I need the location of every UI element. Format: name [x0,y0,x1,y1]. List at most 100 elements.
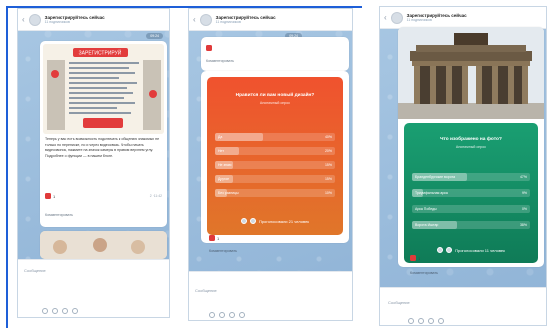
channel-avatar[interactable] [390,11,403,24]
heart-icon [209,235,215,241]
heart-icon [45,193,51,199]
input-toolbar [408,318,444,324]
channel-subtitle: 11 подписчиков [44,20,70,24]
poster-graphic: ЗАРЕГИСТРИРУЙ [43,44,164,134]
comment-link[interactable]: Комментировать [206,59,234,63]
poll-subtitle: Анонимный опрос [259,101,291,105]
poll-option[interactable]: Бранденбургские ворота 47% [412,173,530,181]
next-message-preview[interactable] [40,231,167,259]
poll-voters[interactable]: Проголосовали 11 человек [404,247,538,253]
poll-option-percent: 0% [521,206,527,211]
emoji-icon[interactable] [219,312,225,318]
post-meta: 2 ·11:42 [149,194,162,198]
mic-icon[interactable] [72,308,78,314]
poll-option-label: Нет [218,148,224,153]
previous-message-card[interactable]: Комментировать [201,37,349,71]
back-arrow-icon[interactable]: ‹ [193,15,196,24]
poster-title: ЗАРЕГИСТРИРУЙ [79,49,122,57]
poll-option-percent: 20% [324,148,332,153]
poll-card[interactable]: Что изображено на фото? Анонимный опрос … [404,123,538,263]
poll-subtitle: Анонимный опрос [455,145,487,149]
emoji-icon[interactable] [418,318,424,324]
poll-voters[interactable]: Проголосовали 21 человек [207,218,343,224]
time-pill: 09:24 [146,33,163,39]
gift-icon[interactable] [62,308,68,314]
poll-option[interactable]: Да 40% [215,133,335,141]
poll-option-percent: 15% [324,176,332,181]
post-body: Теперь у вас есть возможность подключать… [45,137,160,158]
chat-header: ‹ Зарегистрируйтесь сейчас 11 подписчико… [18,9,169,31]
back-arrow-icon[interactable]: ‹ [384,13,387,22]
poll-option-percent: 40% [324,134,332,139]
channel-subtitle: 11 подписчиков [406,18,432,22]
channel-avatar[interactable] [28,13,41,26]
channel-subtitle: 11 подписчиков [215,20,241,24]
poll-option-percent: 10% [324,190,332,195]
message-input[interactable]: Сообщение [24,268,46,273]
screenshot-collage: ‹ Зарегистрируйтесь сейчас 11 подписчико… [0,0,552,335]
message-card[interactable]: ЗАРЕГИСТРИРУЙ Теперь у вас есть возможно… [40,41,167,227]
poll-option[interactable]: Другое 15% [215,175,335,183]
voter-avatar [240,218,247,224]
poll-message-card[interactable]: Нравится ли вам новый дизайн? Анонимный … [201,71,349,243]
reaction-count: 1 [217,235,220,241]
phone-screen-3: ‹ Зарегистрируйтесь сейчас 11 подписчико… [379,6,547,326]
attach-icon[interactable] [42,308,48,314]
heart-icon [410,255,416,261]
poll-voters-label: Проголосовали 11 человек [455,247,505,253]
poll-voters-label: Проголосовали 21 человек [258,218,310,224]
poll-option-label: Да [218,134,223,139]
comment-link[interactable]: Комментировать [410,271,438,275]
gate-graphic [398,27,544,119]
gift-icon[interactable] [229,312,235,318]
photo-brandenburg-gate[interactable] [398,27,544,119]
attach-icon[interactable] [209,312,215,318]
chat-header: ‹ Зарегистрируйтесь сейчас 11 подписчико… [380,7,546,29]
reaction-chip[interactable]: 1 [209,235,219,241]
poll-option[interactable]: Ворота Иштар 38% [412,221,530,229]
voter-avatar [249,218,256,224]
attach-icon[interactable] [408,318,414,324]
poll-option[interactable]: Без разницы 10% [215,189,335,197]
poll-option[interactable]: Арка Победы 0% [412,205,530,213]
voter-avatar [446,247,453,253]
input-toolbar [209,312,245,318]
poll-option-percent: 38% [519,222,527,227]
reaction-count: 1 [418,255,421,261]
voter-avatar [437,247,444,253]
post-image[interactable]: ЗАРЕГИСТРИРУЙ [43,44,164,134]
poll-option-percent: 15% [324,162,332,167]
poll-option-label: Триумфальная арка [415,190,448,195]
message-input[interactable]: Сообщение [195,288,217,293]
poll-option-label: Другое [218,176,230,181]
poll-option-percent: 47% [519,174,527,179]
poll-option-label: Без разницы [218,190,239,195]
comment-link[interactable]: Комментировать [45,213,73,217]
poll-message-card[interactable]: Что изображено на фото? Анонимный опрос … [398,27,544,267]
gift-icon[interactable] [428,318,434,324]
poll-option-percent: 9% [521,190,527,195]
reaction-chip[interactable]: 1 [45,193,55,199]
reaction-chip[interactable]: 1 [410,255,420,261]
poll-card[interactable]: Нравится ли вам новый дизайн? Анонимный … [207,77,343,235]
poll-question: Нравится ли вам новый дизайн? [235,93,315,98]
input-area: Сообщение [189,271,352,320]
heart-icon [206,45,212,51]
mic-icon[interactable] [438,318,444,324]
poll-option-label: Арка Победы [415,206,437,211]
poll-option[interactable]: Нет 20% [215,147,335,155]
reaction-count: 1 [53,193,56,199]
message-input[interactable]: Сообщение [388,300,410,305]
poll-option[interactable]: Не знаю 15% [215,161,335,169]
input-toolbar [42,308,78,314]
input-area: Сообщение [380,287,546,325]
comment-link[interactable]: Комментировать [209,249,237,253]
emoji-icon[interactable] [52,308,58,314]
poll-question: Что изображено на фото? [440,137,502,142]
channel-avatar[interactable] [199,13,212,26]
back-arrow-icon[interactable]: ‹ [22,15,25,24]
mic-icon[interactable] [239,312,245,318]
poll-option-label: Бранденбургские ворота [415,174,456,179]
poll-option[interactable]: Триумфальная арка 9% [412,189,530,197]
poll-option-label: Ворота Иштар [415,222,439,227]
